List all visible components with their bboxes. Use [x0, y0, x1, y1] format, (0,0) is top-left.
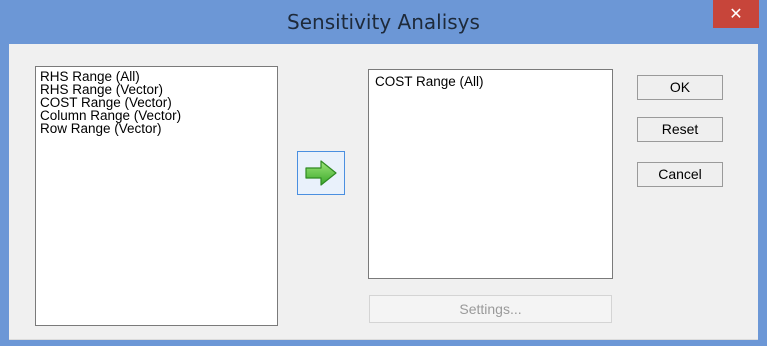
list-item[interactable]: COST Range (All)	[375, 75, 612, 89]
dialog-window: Sensitivity Analisys ✕ RHS Range (All) R…	[0, 0, 767, 346]
arrow-right-icon	[305, 160, 337, 186]
available-options-list[interactable]: RHS Range (All) RHS Range (Vector) COST …	[35, 66, 278, 326]
close-button[interactable]: ✕	[713, 0, 759, 28]
ok-button[interactable]: OK	[637, 75, 723, 100]
close-icon: ✕	[729, 4, 743, 23]
title-bar[interactable]: Sensitivity Analisys ✕	[0, 0, 767, 44]
add-selection-button[interactable]	[297, 151, 345, 195]
selected-options-list[interactable]: COST Range (All)	[368, 69, 613, 279]
dialog-body: RHS Range (All) RHS Range (Vector) COST …	[9, 44, 758, 340]
cancel-button[interactable]: Cancel	[637, 162, 723, 187]
settings-button[interactable]: Settings...	[369, 295, 612, 323]
list-item[interactable]: Row Range (Vector)	[40, 122, 277, 136]
reset-button[interactable]: Reset	[637, 117, 723, 142]
window-title: Sensitivity Analisys	[287, 10, 480, 34]
